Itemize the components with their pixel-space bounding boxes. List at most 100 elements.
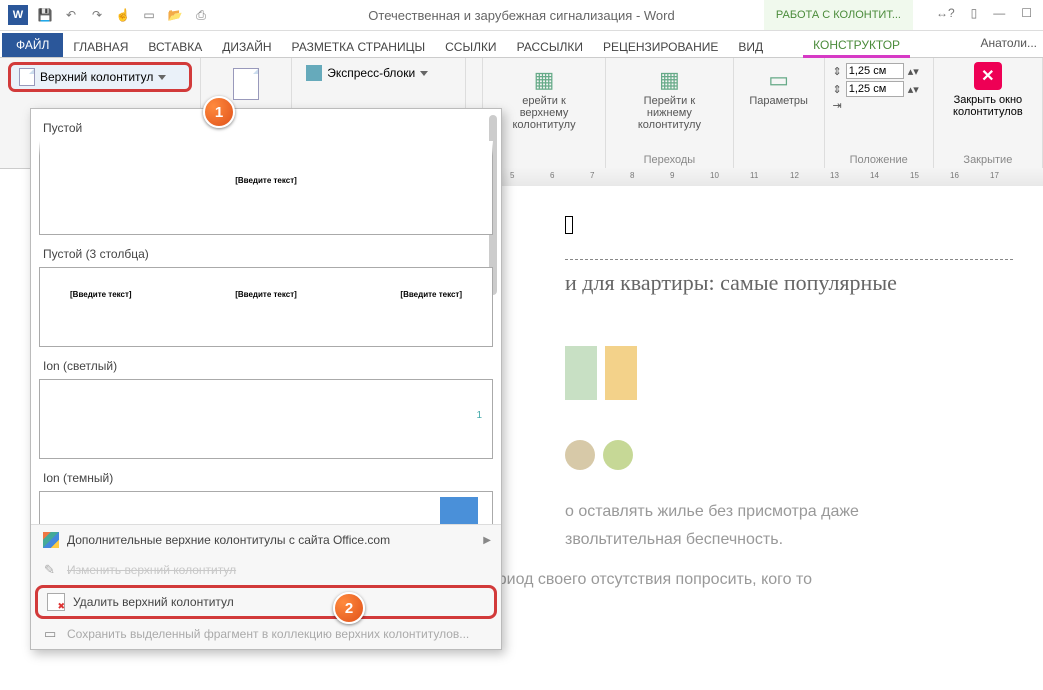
tab-design[interactable]: ДИЗАЙН [212, 36, 281, 57]
annotation-marker-1: 1 [203, 96, 235, 128]
gallery-footer: Дополнительные верхние колонтитулы с сай… [31, 524, 501, 649]
gallery-thumb-empty[interactable]: [Введите текст] [39, 141, 493, 235]
chevron-down-icon [420, 71, 428, 76]
tab-review[interactable]: РЕЦЕНЗИРОВАНИЕ [593, 36, 728, 57]
minimize-button[interactable]: — [988, 4, 1010, 22]
goto-footer-button[interactable]: ▦ Перейти к нижнему колонтитулу [614, 62, 725, 134]
thumb-col1: [Введите текст] [70, 290, 132, 299]
header-button-label: Верхний колонтитул [40, 70, 153, 84]
ruler-tick: 11 [750, 171, 758, 180]
express-label: Экспресс-блоки [327, 66, 415, 80]
document-title: Отечественная и зарубежная сигнализация … [368, 8, 674, 23]
image-thumb [565, 346, 597, 400]
image-thumb [605, 346, 637, 400]
tab-insert-spin[interactable]: ⇥ [833, 98, 925, 113]
gallery-delete-header[interactable]: Удалить верхний колонтитул [35, 585, 497, 619]
qat-touch-icon[interactable]: ☝ [114, 6, 132, 24]
gallery-thumb-ion-light[interactable]: 1 [39, 379, 493, 459]
ribbon-options-icon[interactable]: ▯ [966, 4, 983, 22]
document-area[interactable]: и для квартиры: самые популярные о остав… [500, 186, 1043, 690]
chevron-right-icon: ▶ [483, 535, 491, 546]
gallery-more-label: Дополнительные верхние колонтитулы с сай… [67, 533, 390, 547]
header-bottom-spin[interactable]: ⇕ ▴▾ [833, 80, 925, 98]
close-label: Закрыть окно колонтитулов [942, 94, 1034, 118]
thumb-block [440, 497, 478, 524]
position-group-label: Положение [833, 151, 925, 166]
header-dropdown-button[interactable]: Верхний колонтитул [8, 62, 192, 92]
ruler-tick: 15 [910, 171, 919, 180]
spinner-icon[interactable]: ▴▾ [908, 65, 919, 78]
gallery-section-empty: Пустой [39, 113, 493, 141]
ruler-tick: 7 [590, 171, 594, 180]
tab-view[interactable]: ВИД [728, 36, 773, 57]
spinner-icon[interactable]: ▴▾ [908, 83, 919, 96]
ruler-tick: 6 [550, 171, 554, 180]
page-large-icon [233, 68, 259, 100]
qat-undo-icon[interactable]: ↶ [62, 6, 80, 24]
header-gallery-dropdown: Пустой [Введите текст] Пустой (3 столбца… [30, 108, 502, 650]
qat-open-icon[interactable]: 📂 [166, 6, 184, 24]
ribbon-tabs: ФАЙЛ ГЛАВНАЯ ВСТАВКА ДИЗАЙН РАЗМЕТКА СТР… [0, 31, 1043, 58]
chevron-down-icon [158, 75, 166, 80]
image-thumb [565, 440, 595, 470]
nav-group-label: Переходы [614, 151, 725, 166]
document-paragraph: Конечно, можно на период своего отсутств… [500, 568, 1013, 592]
ruler-tick: 17 [990, 171, 999, 180]
account-name[interactable]: Анатоли... [980, 36, 1037, 50]
header-bottom-input[interactable] [846, 81, 904, 97]
thumb-col3: [Введите текст] [400, 290, 462, 299]
gallery-thumb-ion-dark[interactable]: 1 [39, 491, 493, 524]
tab-insert[interactable]: ВСТАВКА [138, 36, 212, 57]
document-paragraph: звольтительная беспечность. [565, 528, 1013, 552]
gallery-edit-header[interactable]: Изменить верхний колонтитул [31, 555, 501, 585]
gallery-more-office[interactable]: Дополнительные верхние колонтитулы с сай… [31, 525, 501, 555]
thumb-placeholder: [Введите текст] [235, 176, 297, 185]
goto-header-button[interactable]: ▦ ерейти к верхнему колонтитулу [491, 62, 597, 134]
contextual-tab-title: РАБОТА С КОЛОНТИТ... [764, 0, 913, 30]
edit-icon [43, 562, 59, 578]
tab-references[interactable]: ССЫЛКИ [435, 36, 506, 57]
page-surface: и для квартиры: самые популярные о остав… [500, 186, 1043, 592]
goto-header-label: ерейти к верхнему колонтитулу [497, 95, 591, 131]
header-top-input[interactable] [846, 63, 904, 79]
gallery-section-3col: Пустой (3 столбца) [39, 239, 493, 267]
gallery-thumb-3col[interactable]: [Введите текст] [Введите текст] [Введите… [39, 267, 493, 347]
word-icon: W [8, 5, 28, 25]
ruler-tick: 12 [790, 171, 799, 180]
tab-home[interactable]: ГЛАВНАЯ [63, 36, 138, 57]
goto-footer-label: Перейти к нижнему колонтитулу [620, 95, 719, 131]
blocks-icon [306, 65, 322, 81]
image-row [565, 440, 1013, 470]
ruler-tick: 5 [510, 171, 514, 180]
gallery-section-ion-light: Ion (светлый) [39, 351, 493, 379]
document-paragraph: о оставлять жилье без присмотра даже [565, 500, 1013, 524]
title-bar: W 💾 ↶ ↷ ☝ ▭ 📂 ⎙ Отечественная и зарубежн… [0, 0, 1043, 31]
gear-icon: ▭ [764, 65, 794, 95]
qat-save-icon[interactable]: 💾 [36, 6, 54, 24]
tab-file[interactable]: ФАЙЛ [2, 33, 63, 57]
qat-redo-icon[interactable]: ↷ [88, 6, 106, 24]
ribbon-help-icon[interactable]: ↔? [931, 4, 960, 22]
annotation-marker-2: 2 [333, 592, 365, 624]
close-header-footer-button[interactable]: ✕ Закрыть окно колонтитулов [942, 62, 1034, 118]
ruler-tick: 14 [870, 171, 879, 180]
express-blocks-button[interactable]: Экспресс-блоки [300, 62, 457, 84]
thumb-col2: [Введите текст] [235, 290, 297, 299]
close-icon: ✕ [974, 62, 1002, 90]
ruler-tick: 16 [950, 171, 959, 180]
window-controls: ↔? ▯ — ☐ [931, 4, 1037, 22]
parameters-button[interactable]: ▭ Параметры [742, 62, 816, 110]
gallery-edit-label: Изменить верхний колонтитул [67, 563, 236, 577]
qat-new-icon[interactable]: ▭ [140, 6, 158, 24]
horizontal-ruler[interactable]: 5 6 7 8 9 10 11 12 13 14 15 16 17 [500, 168, 1043, 187]
gallery-scroll[interactable]: Пустой [Введите текст] Пустой (3 столбца… [31, 109, 501, 524]
tab-mailings[interactable]: РАССЫЛКИ [507, 36, 593, 57]
tab-constructor[interactable]: КОНСТРУКТОР [803, 34, 910, 57]
header-top-spin[interactable]: ⇕ ▴▾ [833, 62, 925, 80]
tab-layout[interactable]: РАЗМЕТКА СТРАНИЦЫ [282, 36, 436, 57]
office-icon [43, 532, 59, 548]
maximize-button[interactable]: ☐ [1016, 4, 1037, 22]
header-region[interactable] [565, 216, 1013, 260]
footer-nav-icon: ▦ [654, 65, 684, 95]
qat-print-icon[interactable]: ⎙ [192, 6, 210, 24]
